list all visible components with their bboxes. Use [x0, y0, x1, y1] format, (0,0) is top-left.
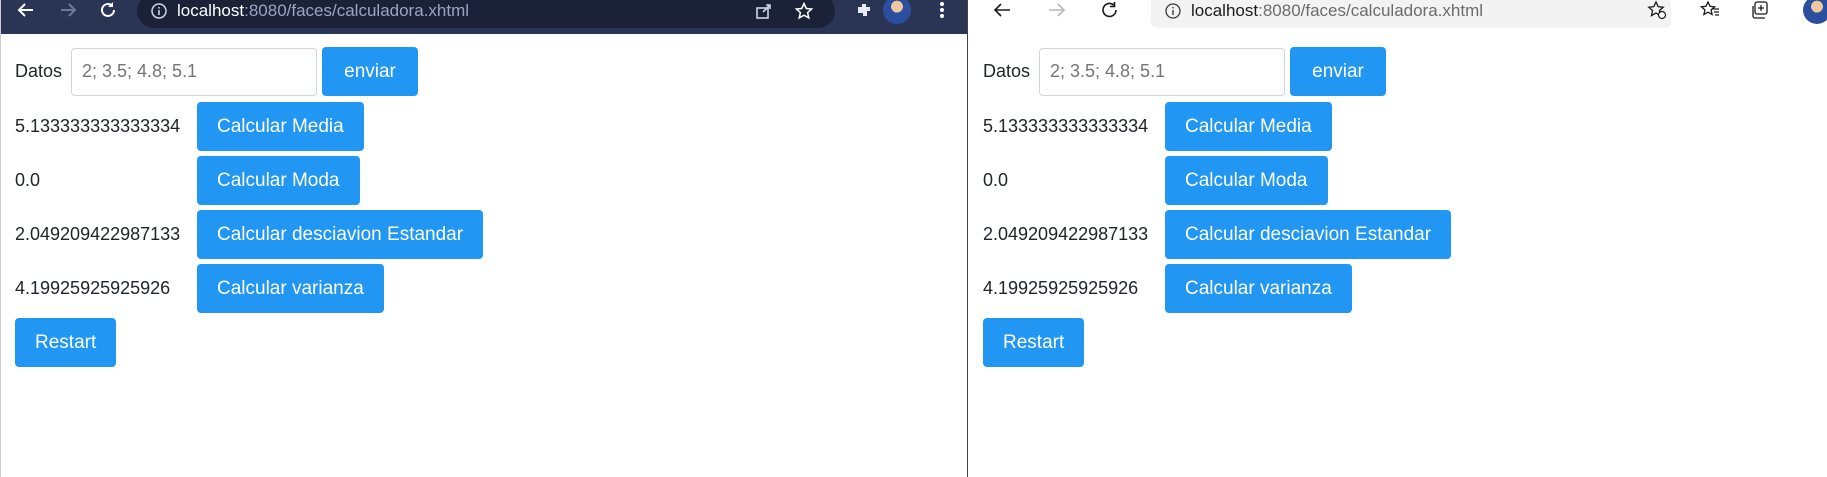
reload-icon[interactable]: [1095, 0, 1125, 25]
url-text: localhost:8080/faces/calculadora.xhtml: [177, 1, 470, 20]
moda-result: 0.0: [15, 170, 41, 190]
back-arrow-icon[interactable]: [11, 0, 41, 25]
varianza-row: 4.19925925925926 Calcular varianza: [15, 264, 384, 313]
star-icon[interactable]: [789, 0, 819, 26]
varianza-result: 4.19925925925926: [15, 278, 171, 298]
calcular-media-button[interactable]: Calcular Media: [197, 102, 364, 151]
collections-icon[interactable]: [1745, 0, 1775, 25]
favorites-icon[interactable]: [1695, 0, 1725, 25]
moda-result: 0.0: [983, 170, 1009, 190]
desviacion-result: 2.049209422987133: [15, 224, 181, 244]
info-icon[interactable]: [1163, 1, 1183, 21]
reload-icon[interactable]: [93, 0, 123, 25]
varianza-row: 4.19925925925926 Calcular varianza: [983, 264, 1352, 313]
desviacion-row: 2.049209422987133 Calcular desciavion Es…: [15, 210, 484, 259]
restart-button[interactable]: Restart: [15, 318, 117, 367]
enviar-button[interactable]: enviar: [322, 47, 418, 96]
calcular-media-button[interactable]: Calcular Media: [1165, 102, 1332, 151]
extensions-icon[interactable]: [849, 0, 879, 25]
media-result: 5.133333333333334: [15, 116, 181, 136]
datos-row: Datos enviar: [15, 47, 418, 96]
desviacion-result: 2.049209422987133: [983, 224, 1149, 244]
calcular-moda-button[interactable]: Calcular Moda: [197, 156, 360, 205]
calcular-desviacion-button[interactable]: Calcular desciavion Estandar: [1165, 210, 1452, 259]
desviacion-row: 2.049209422987133 Calcular desciavion Es…: [983, 210, 1452, 259]
address-bar[interactable]: localhost:8080/faces/calculadora.xhtml: [137, 0, 835, 28]
media-row: 5.133333333333334 Calcular Media: [983, 102, 1332, 151]
media-result: 5.133333333333334: [983, 116, 1149, 136]
varianza-result: 4.19925925925926: [983, 278, 1139, 298]
url-text: localhost:8080/faces/calculadora.xhtml: [1191, 1, 1484, 20]
calcular-varianza-button[interactable]: Calcular varianza: [197, 264, 384, 313]
edge-toolbar: localhost:8080/faces/calculadora.xhtml: [969, 0, 1827, 35]
page-content: Datos enviar 5.133333333333334 Calcular …: [1, 34, 967, 477]
back-arrow-icon[interactable]: [987, 0, 1017, 25]
restart-row: Restart: [983, 318, 1085, 367]
calcular-moda-button[interactable]: Calcular Moda: [1165, 156, 1328, 205]
chrome-toolbar: localhost:8080/faces/calculadora.xhtml: [1, 0, 967, 35]
forward-arrow-icon[interactable]: [53, 0, 83, 25]
avatar[interactable]: [1803, 0, 1827, 24]
forward-arrow-icon[interactable]: [1042, 0, 1072, 25]
share-icon[interactable]: [749, 0, 779, 26]
media-row: 5.133333333333334 Calcular Media: [15, 102, 364, 151]
moda-row: 0.0 Calcular Moda: [15, 156, 360, 205]
favorites-add-icon[interactable]: [1642, 0, 1672, 25]
datos-input[interactable]: [71, 47, 317, 96]
menu-icon[interactable]: [927, 0, 957, 25]
restart-button[interactable]: Restart: [983, 318, 1085, 367]
datos-label: Datos: [983, 61, 1031, 81]
avatar[interactable]: [883, 0, 911, 24]
datos-row: Datos enviar: [983, 47, 1386, 96]
enviar-button[interactable]: enviar: [1290, 47, 1386, 96]
datos-input[interactable]: [1039, 47, 1285, 96]
address-bar[interactable]: localhost:8080/faces/calculadora.xhtml: [1151, 0, 1671, 28]
info-icon[interactable]: [149, 1, 169, 21]
calcular-varianza-button[interactable]: Calcular varianza: [1165, 264, 1352, 313]
page-content: Datos enviar 5.133333333333334 Calcular …: [969, 34, 1827, 477]
moda-row: 0.0 Calcular Moda: [983, 156, 1328, 205]
datos-label: Datos: [15, 61, 63, 81]
restart-row: Restart: [15, 318, 117, 367]
chrome-window: localhost:8080/faces/calculadora.xhtml D…: [0, 0, 968, 477]
edge-window: localhost:8080/faces/calculadora.xhtml D…: [969, 0, 1827, 477]
calcular-desviacion-button[interactable]: Calcular desciavion Estandar: [197, 210, 484, 259]
